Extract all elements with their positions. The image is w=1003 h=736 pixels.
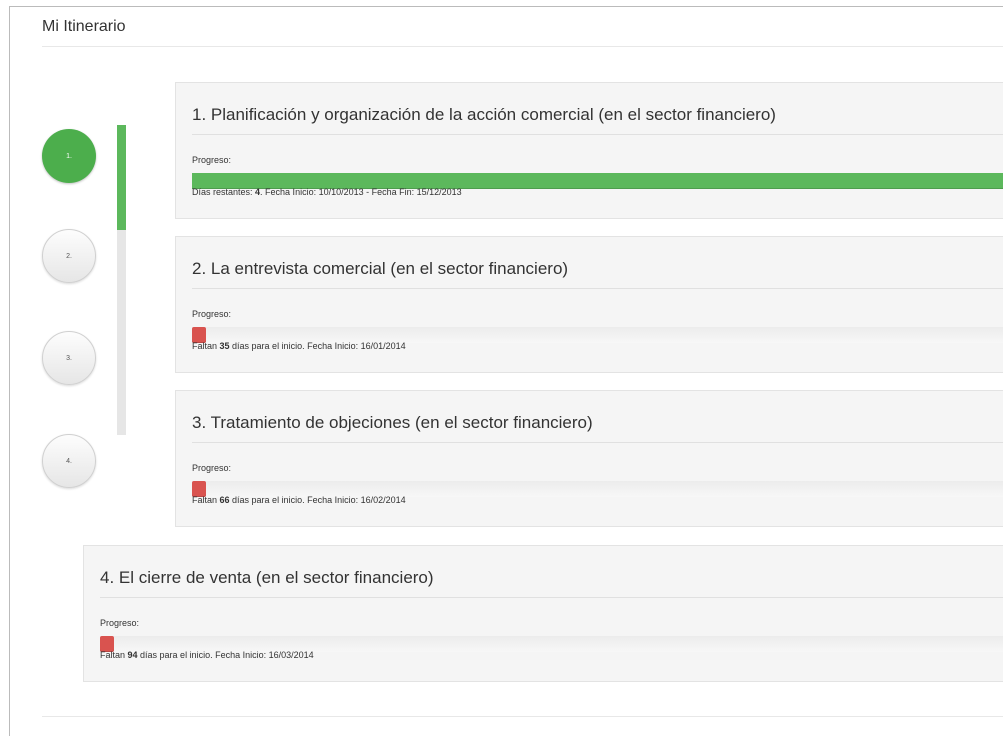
status-text-prefix: Faltan [100,650,128,660]
course-card-4[interactable]: 4. El cierre de venta (en el sector fina… [83,545,1003,682]
page-title: Mi Itinerario [42,18,126,35]
title-divider [42,46,1003,47]
step-number: 4. [66,457,72,465]
status-text-prefix: Faltan [192,341,220,351]
course-card-1[interactable]: 1. Planificación y organización de la ac… [175,82,1003,219]
course-card-3[interactable]: 3. Tratamiento de objeciones (en el sect… [175,390,1003,527]
days-until-start-value: 94 [127,650,138,660]
card-divider [192,442,1003,443]
progress-label: Progreso: [192,463,232,473]
progress-label: Progreso: [192,155,232,165]
step-number: 3. [66,354,72,362]
card-divider [192,134,1003,135]
step-marker-4[interactable]: 4. [42,434,96,488]
progress-status-text: Faltan 66 días para el inicio. Fecha Ini… [192,495,406,505]
progress-label: Progreso: [100,618,140,628]
status-text-suffix: días para el inicio. Fecha Inicio: 16/03… [137,650,314,660]
step-marker-1[interactable]: 1. [42,129,96,183]
course-title[interactable]: 2. La entrevista comercial (en el sector… [192,259,568,279]
days-until-start-value: 35 [219,341,230,351]
step-number: 1. [66,152,72,160]
status-text-prefix: Días restantes: [192,187,256,197]
step-number: 2. [66,252,72,260]
status-text-prefix: Faltan [192,495,220,505]
card-divider [100,597,1003,598]
progress-status-text: Faltan 94 días para el inicio. Fecha Ini… [100,650,314,660]
course-title[interactable]: 1. Planificación y organización de la ac… [192,105,776,125]
timeline-rail-progress [117,125,126,231]
step-marker-3[interactable]: 3. [42,331,96,385]
status-text-suffix: . Fecha Inicio: 10/10/2013 - Fecha Fin: … [260,187,462,197]
status-text-suffix: días para el inicio. Fecha Inicio: 16/02… [229,495,406,505]
days-until-start-value: 66 [219,495,230,505]
status-text-suffix: días para el inicio. Fecha Inicio: 16/01… [229,341,406,351]
progress-status-text: Faltan 35 días para el inicio. Fecha Ini… [192,341,406,351]
course-title[interactable]: 4. El cierre de venta (en el sector fina… [100,568,434,588]
progress-label: Progreso: [192,309,232,319]
card-divider [192,288,1003,289]
step-marker-2[interactable]: 2. [42,229,96,283]
course-title[interactable]: 3. Tratamiento de objeciones (en el sect… [192,413,593,433]
progress-status-text: Días restantes: 4. Fecha Inicio: 10/10/2… [192,187,462,197]
course-card-2[interactable]: 2. La entrevista comercial (en el sector… [175,236,1003,373]
timeline-rail [117,125,126,435]
bottom-divider [42,716,1003,717]
